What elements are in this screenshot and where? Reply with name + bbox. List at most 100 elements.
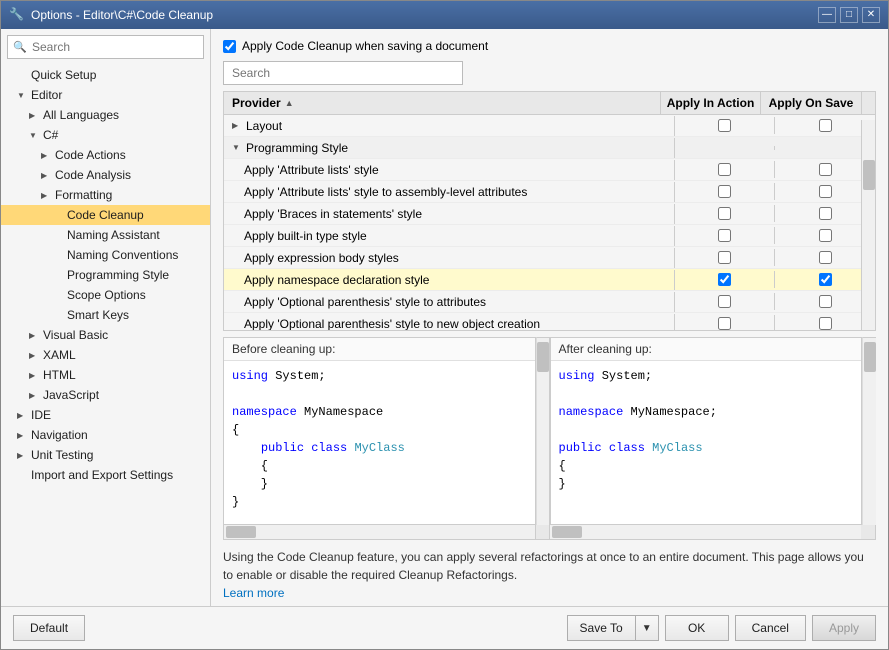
provider-row-namespace-decl[interactable]: Apply namespace declaration style <box>224 269 875 291</box>
sidebar-item-unit-testing[interactable]: ▶ Unit Testing <box>1 445 210 465</box>
provider-row-optional-parens-obj[interactable]: Apply 'Optional parenthesis' style to ne… <box>224 313 875 330</box>
cell-check-prog-style-action <box>675 146 775 150</box>
provider-row-layout[interactable]: ▶ Layout <box>224 115 875 137</box>
right-panel: Apply Code Cleanup when saving a documen… <box>211 29 888 606</box>
info-text: Using the Code Cleanup feature, you can … <box>223 550 864 582</box>
checkbox-builtin-action[interactable] <box>718 229 731 242</box>
checkbox-attr-list-save[interactable] <box>819 163 832 176</box>
arrow-navigation: ▶ <box>17 431 27 440</box>
default-button[interactable]: Default <box>13 615 85 641</box>
checkbox-layout-action[interactable] <box>718 119 731 132</box>
sidebar-item-naming-assistant[interactable]: Naming Assistant <box>1 225 210 245</box>
sidebar-item-label: Naming Assistant <box>67 228 160 242</box>
checkbox-namespace-save[interactable] <box>819 273 832 286</box>
cell-check-attr-list-save <box>775 161 875 178</box>
after-panel-scrollbar[interactable] <box>862 337 876 525</box>
arrow-html: ▶ <box>29 371 39 380</box>
checkbox-braces-save[interactable] <box>819 207 832 220</box>
sidebar-item-smart-keys[interactable]: Smart Keys <box>1 305 210 325</box>
before-hscroll-thumb[interactable] <box>226 526 256 538</box>
main-window: 🔧 Options - Editor\C#\Code Cleanup — □ ✕… <box>0 0 889 650</box>
sidebar-item-html[interactable]: ▶ HTML <box>1 365 210 385</box>
checkbox-layout-save[interactable] <box>819 119 832 132</box>
sidebar-item-csharp[interactable]: ▼ C# <box>1 125 210 145</box>
cancel-button[interactable]: Cancel <box>735 615 806 641</box>
col-header-provider[interactable]: Provider ▲ <box>224 92 661 114</box>
after-hscroll[interactable] <box>550 525 861 539</box>
provider-row-attr-list[interactable]: Apply 'Attribute lists' style <box>224 159 875 181</box>
apply-button[interactable]: Apply <box>812 615 876 641</box>
sidebar-item-naming-conventions[interactable]: Naming Conventions <box>1 245 210 265</box>
cell-check-layout-save <box>775 117 875 134</box>
before-hscroll[interactable] <box>224 525 536 539</box>
provider-row-braces[interactable]: Apply 'Braces in statements' style <box>224 203 875 225</box>
checkbox-expression-body-save[interactable] <box>819 251 832 264</box>
provider-search-input[interactable] <box>223 61 463 85</box>
provider-row-attr-assembly[interactable]: Apply 'Attribute lists' style to assembl… <box>224 181 875 203</box>
checkbox-namespace-action[interactable] <box>718 273 731 286</box>
sidebar-item-label: JavaScript <box>43 388 99 402</box>
cell-provider-optional-parens-obj: Apply 'Optional parenthesis' style to ne… <box>224 314 675 331</box>
before-panel-scrollbar[interactable] <box>536 337 550 525</box>
cell-check-attr-assembly-action <box>675 183 775 200</box>
close-button[interactable]: ✕ <box>862 7 880 23</box>
checkbox-optional-parens-attr-save[interactable] <box>819 295 832 308</box>
sidebar-item-code-cleanup[interactable]: Code Cleanup <box>1 205 210 225</box>
sidebar-item-code-actions[interactable]: ▶ Code Actions <box>1 145 210 165</box>
checkbox-braces-action[interactable] <box>718 207 731 220</box>
code-line: using System; <box>232 367 527 385</box>
ok-button[interactable]: OK <box>665 615 729 641</box>
learn-more-link[interactable]: Learn more <box>223 586 284 600</box>
sidebar-item-quick-setup[interactable]: Quick Setup <box>1 65 210 85</box>
cell-provider-optional-parens-attr: Apply 'Optional parenthesis' style to at… <box>224 292 675 312</box>
sidebar-item-xaml[interactable]: ▶ XAML <box>1 345 210 365</box>
before-scrollbar-thumb[interactable] <box>537 342 549 372</box>
sidebar-item-all-languages[interactable]: ▶ All Languages <box>1 105 210 125</box>
provider-row-optional-parens-attr[interactable]: Apply 'Optional parenthesis' style to at… <box>224 291 875 313</box>
sidebar-item-label: HTML <box>43 368 76 382</box>
sidebar-item-editor[interactable]: ▼ Editor <box>1 85 210 105</box>
apply-on-save-checkbox[interactable] <box>223 40 236 53</box>
cell-provider-attr-assembly: Apply 'Attribute lists' style to assembl… <box>224 182 675 202</box>
provider-row-expression-body[interactable]: Apply expression body styles <box>224 247 875 269</box>
save-to-button[interactable]: Save To <box>568 616 636 640</box>
provider-row-builtin[interactable]: Apply built-in type style <box>224 225 875 247</box>
sidebar-item-import-export[interactable]: Import and Export Settings <box>1 465 210 485</box>
checkbox-attr-assembly-action[interactable] <box>718 185 731 198</box>
sidebar-item-formatting[interactable]: ▶ Formatting <box>1 185 210 205</box>
checkbox-expression-body-action[interactable] <box>718 251 731 264</box>
after-hscroll-thumb[interactable] <box>552 526 582 538</box>
sidebar-search-input[interactable] <box>7 35 204 59</box>
restore-button[interactable]: □ <box>840 7 858 23</box>
sidebar-item-label: Import and Export Settings <box>31 468 173 482</box>
sidebar-item-scope-options[interactable]: Scope Options <box>1 285 210 305</box>
before-code-body: using System; namespace MyNamespace { pu… <box>224 361 535 524</box>
sidebar-item-navigation[interactable]: ▶ Navigation <box>1 425 210 445</box>
minimize-button[interactable]: — <box>818 7 836 23</box>
checkbox-optional-parens-obj-save[interactable] <box>819 317 832 330</box>
before-after-hscroll <box>223 525 876 540</box>
sidebar-item-javascript[interactable]: ▶ JavaScript <box>1 385 210 405</box>
checkbox-optional-parens-obj-action[interactable] <box>718 317 731 330</box>
save-to-dropdown-button[interactable]: ▼ <box>636 616 658 640</box>
after-code-panel: After cleaning up: using System; namespa… <box>550 337 863 525</box>
table-scrollbar[interactable] <box>861 120 875 330</box>
sidebar-item-visual-basic[interactable]: ▶ Visual Basic <box>1 325 210 345</box>
before-code-title: Before cleaning up: <box>224 338 535 361</box>
sidebar-item-ide[interactable]: ▶ IDE <box>1 405 210 425</box>
sidebar-item-programming-style[interactable]: Programming Style <box>1 265 210 285</box>
table-scrollbar-thumb[interactable] <box>863 160 875 190</box>
provider-row-programming-style[interactable]: ▼ Programming Style <box>224 137 875 159</box>
after-code-title: After cleaning up: <box>551 338 862 361</box>
checkbox-attr-list-action[interactable] <box>718 163 731 176</box>
row-arrow-prog-style: ▼ <box>232 143 242 152</box>
checkbox-optional-parens-attr-action[interactable] <box>718 295 731 308</box>
title-bar: 🔧 Options - Editor\C#\Code Cleanup — □ ✕ <box>1 1 888 29</box>
code-line: using System; <box>559 367 854 385</box>
sidebar-item-code-analysis[interactable]: ▶ Code Analysis <box>1 165 210 185</box>
checkbox-builtin-save[interactable] <box>819 229 832 242</box>
cell-provider-layout: ▶ Layout <box>224 116 675 136</box>
after-scrollbar-thumb[interactable] <box>864 342 876 372</box>
cell-check-attr-assembly-save <box>775 183 875 200</box>
checkbox-attr-assembly-save[interactable] <box>819 185 832 198</box>
